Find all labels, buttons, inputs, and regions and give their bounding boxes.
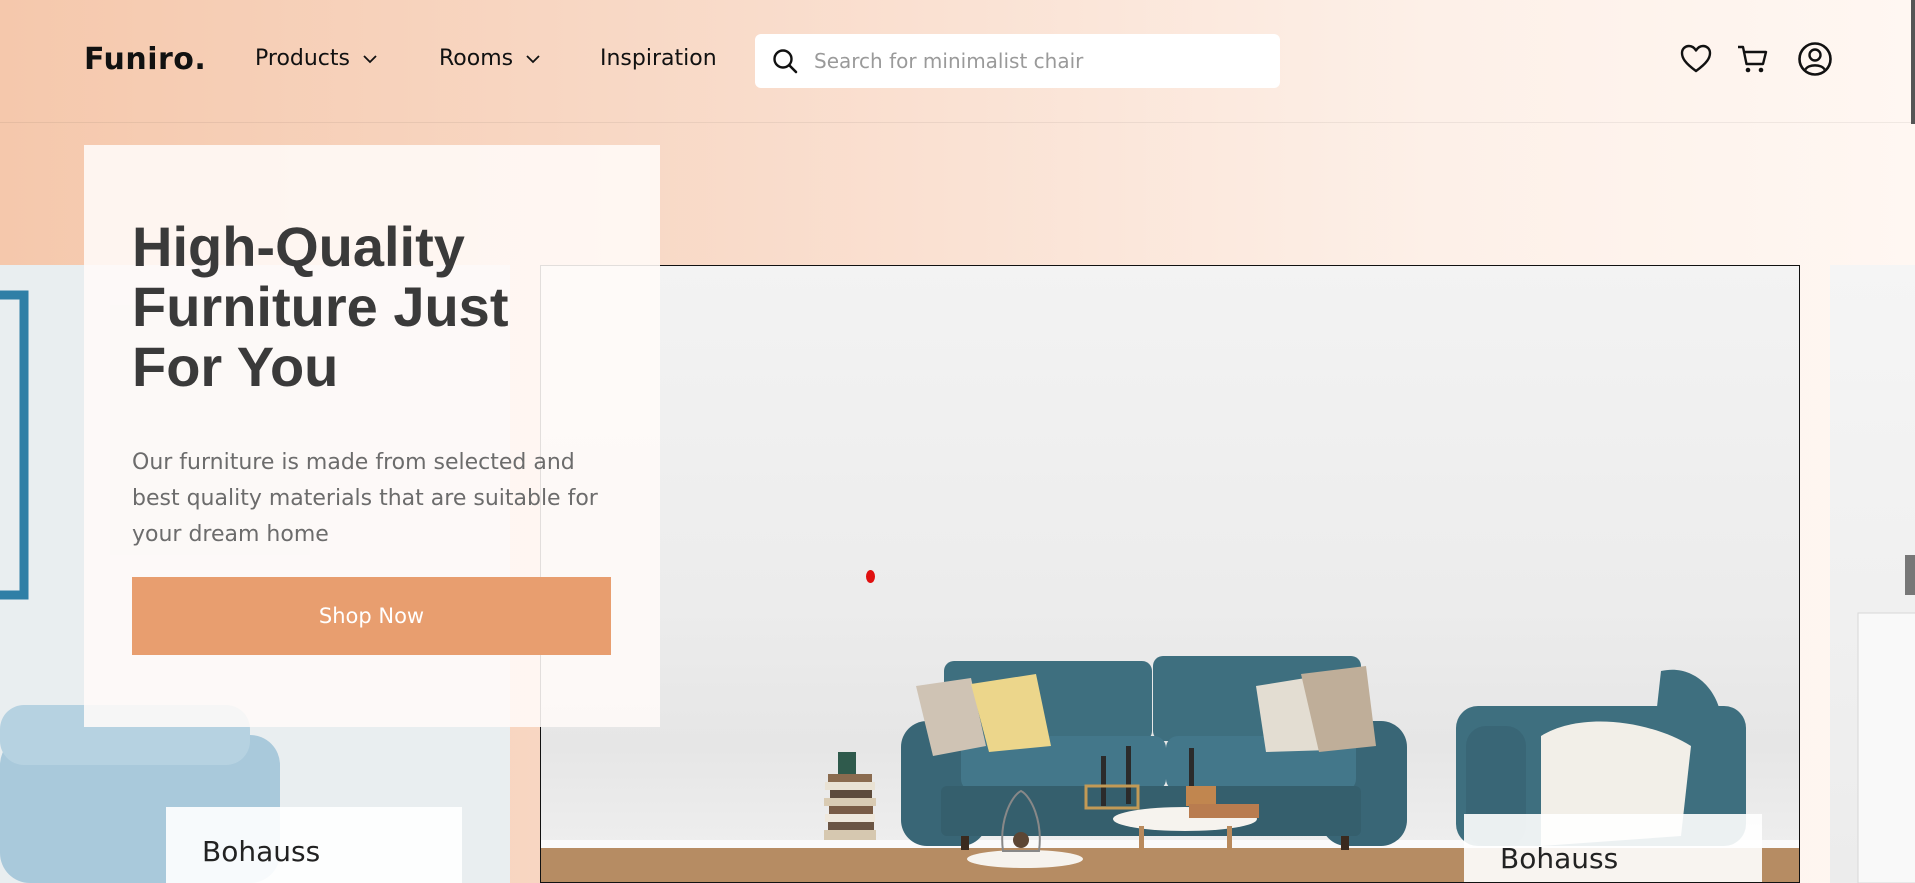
hero-description: Our furniture is made from selected and … (132, 450, 598, 547)
nav-products[interactable]: Products (255, 46, 378, 71)
nav-rooms-label: Rooms (439, 46, 514, 71)
chevron-down-icon (526, 54, 540, 63)
search-bar[interactable] (755, 34, 1280, 88)
shop-now-button[interactable]: Shop Now (132, 577, 611, 655)
slide-caption: Bohauss (202, 835, 321, 868)
living-room-illustration (541, 656, 1799, 882)
chevron-down-icon (363, 54, 377, 63)
search-icon[interactable] (770, 46, 800, 76)
hero-title: High-Quality Furniture Just For You (132, 215, 509, 398)
nav-products-label: Products (255, 46, 350, 71)
nav-rooms[interactable]: Rooms (439, 46, 541, 71)
slide-caption-card: Bohauss (166, 807, 462, 883)
room-illustration-right (1857, 555, 1915, 883)
heart-icon[interactable] (1679, 42, 1713, 76)
nav-inspiration-label: Inspiration (600, 46, 717, 71)
logo[interactable]: Funiro. (84, 42, 206, 77)
cart-icon[interactable] (1736, 42, 1770, 76)
user-icon[interactable] (1797, 41, 1833, 77)
slide-image-main[interactable]: Bohauss (540, 265, 1800, 883)
slide-caption: Bohauss (1500, 842, 1619, 875)
search-input[interactable] (812, 48, 1256, 74)
cursor-marker (866, 570, 875, 583)
site-header: Funiro. Products Rooms Inspiration (0, 0, 1915, 123)
slide-image-right[interactable] (1830, 265, 1915, 883)
hero-card: High-Quality Furniture Just For You Our … (84, 145, 660, 727)
slide-caption-card: Bohauss (1464, 814, 1762, 882)
nav-inspiration[interactable]: Inspiration (600, 46, 717, 71)
scrollbar-thumb[interactable] (1911, 0, 1915, 124)
